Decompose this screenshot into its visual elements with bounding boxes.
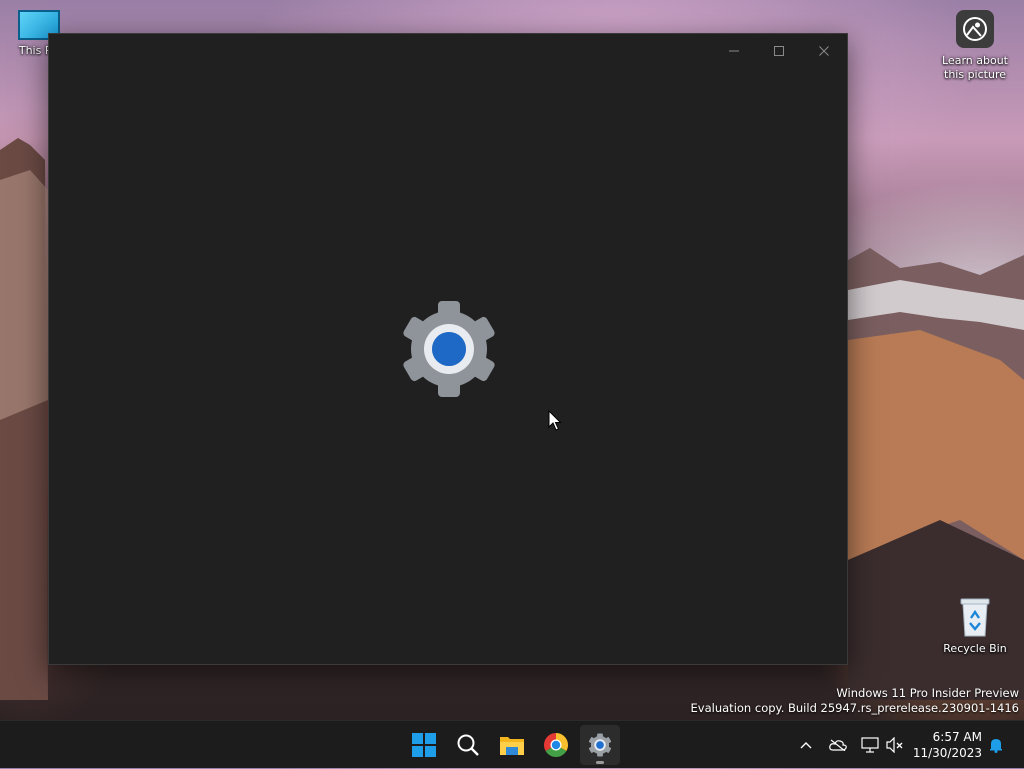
taskbar-clock[interactable]: 6:57 AM 11/30/2023 — [913, 729, 982, 761]
start-button[interactable] — [404, 725, 444, 765]
notifications-button[interactable] — [986, 721, 1006, 769]
clock-date: 11/30/2023 — [912, 746, 982, 760]
watermark-build: Evaluation copy. Build 25947.rs_prerelea… — [690, 701, 1019, 715]
minimize-button[interactable] — [713, 37, 755, 65]
file-explorer-icon — [500, 737, 524, 755]
windows-start-icon — [412, 733, 436, 757]
settings-icon — [588, 733, 612, 757]
learn-picture-icon — [956, 10, 994, 48]
search-icon — [457, 734, 479, 756]
learn-about-picture-desktop-icon[interactable]: Learn about this picture — [936, 10, 1014, 82]
chevron-up-icon — [800, 742, 812, 749]
minimize-icon — [729, 50, 739, 52]
network-icon — [861, 737, 879, 753]
onedrive-icon — [829, 739, 847, 751]
settings-taskbar-button[interactable] — [580, 725, 620, 765]
volume-muted-icon — [886, 737, 903, 753]
onedrive-button[interactable] — [826, 721, 850, 769]
close-button[interactable] — [803, 37, 845, 65]
notification-bell-icon — [990, 739, 1002, 753]
volume-button[interactable] — [884, 721, 906, 769]
maximize-button[interactable] — [758, 37, 800, 65]
settings-window[interactable] — [48, 33, 848, 665]
close-icon — [819, 46, 829, 56]
show-hidden-icons-button[interactable] — [796, 721, 816, 769]
network-button[interactable] — [859, 721, 881, 769]
chrome-icon — [544, 733, 568, 757]
file-explorer-button[interactable] — [492, 725, 532, 765]
chrome-button[interactable] — [536, 725, 576, 765]
recycle-bin-desktop-icon[interactable]: Recycle Bin — [940, 596, 1010, 656]
clock-time: 6:57 AM — [932, 730, 982, 744]
taskbar: 6:57 AM 11/30/2023 — [0, 720, 1024, 768]
settings-gear-icon — [403, 301, 495, 397]
search-button[interactable] — [448, 725, 488, 765]
active-app-indicator — [596, 761, 604, 764]
recycle-bin-icon — [959, 596, 991, 638]
mouse-cursor-icon — [548, 410, 562, 431]
watermark-edition: Windows 11 Pro Insider Preview — [836, 686, 1019, 700]
recycle-bin-label: Recycle Bin — [943, 642, 1007, 655]
learn-picture-label: Learn about this picture — [942, 54, 1008, 81]
maximize-icon — [774, 46, 784, 56]
